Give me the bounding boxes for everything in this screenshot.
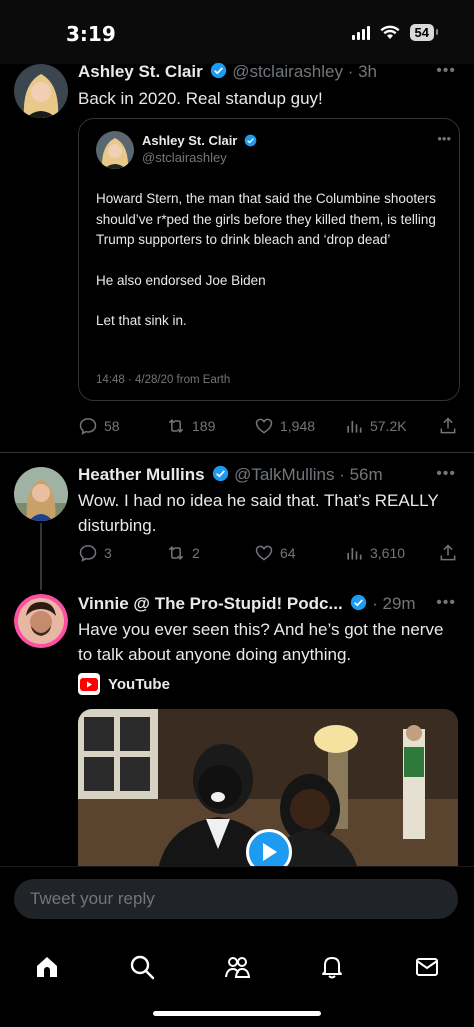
- home-indicator: [153, 1011, 321, 1016]
- link-source[interactable]: YouTube: [78, 673, 170, 695]
- youtube-icon: [78, 673, 100, 695]
- communities-icon: [225, 957, 250, 978]
- mail-icon: [416, 958, 438, 976]
- tab-messages[interactable]: [402, 942, 452, 992]
- video-thumbnail[interactable]: [78, 709, 458, 869]
- tab-communities[interactable]: [212, 942, 262, 992]
- author-name[interactable]: Vinnie @ The Pro-Stupid! Podc...: [78, 594, 343, 613]
- verified-badge-icon: [351, 594, 367, 611]
- search-icon: [130, 955, 155, 980]
- tab-home[interactable]: [22, 942, 72, 992]
- bell-icon: [322, 957, 342, 979]
- tweet-text: Have you ever seen this? And he’s got th…: [78, 620, 444, 664]
- reply-input[interactable]: [14, 879, 458, 919]
- play-button[interactable]: [246, 829, 292, 869]
- tweet-3[interactable]: Vinnie @ The Pro-Stupid! Podc... · 29m •…: [0, 0, 474, 869]
- link-source-label: YouTube: [108, 675, 170, 693]
- home-icon: [37, 957, 57, 977]
- tweet-time: · 29m: [372, 594, 416, 613]
- tab-notifications[interactable]: [307, 942, 357, 992]
- more-options-icon[interactable]: •••: [436, 594, 456, 612]
- tab-search[interactable]: [117, 942, 167, 992]
- reply-bar: [0, 866, 474, 930]
- tweet-header: Vinnie @ The Pro-Stupid! Podc... · 29m: [78, 594, 416, 614]
- avatar[interactable]: [14, 594, 68, 648]
- play-icon: [263, 843, 277, 861]
